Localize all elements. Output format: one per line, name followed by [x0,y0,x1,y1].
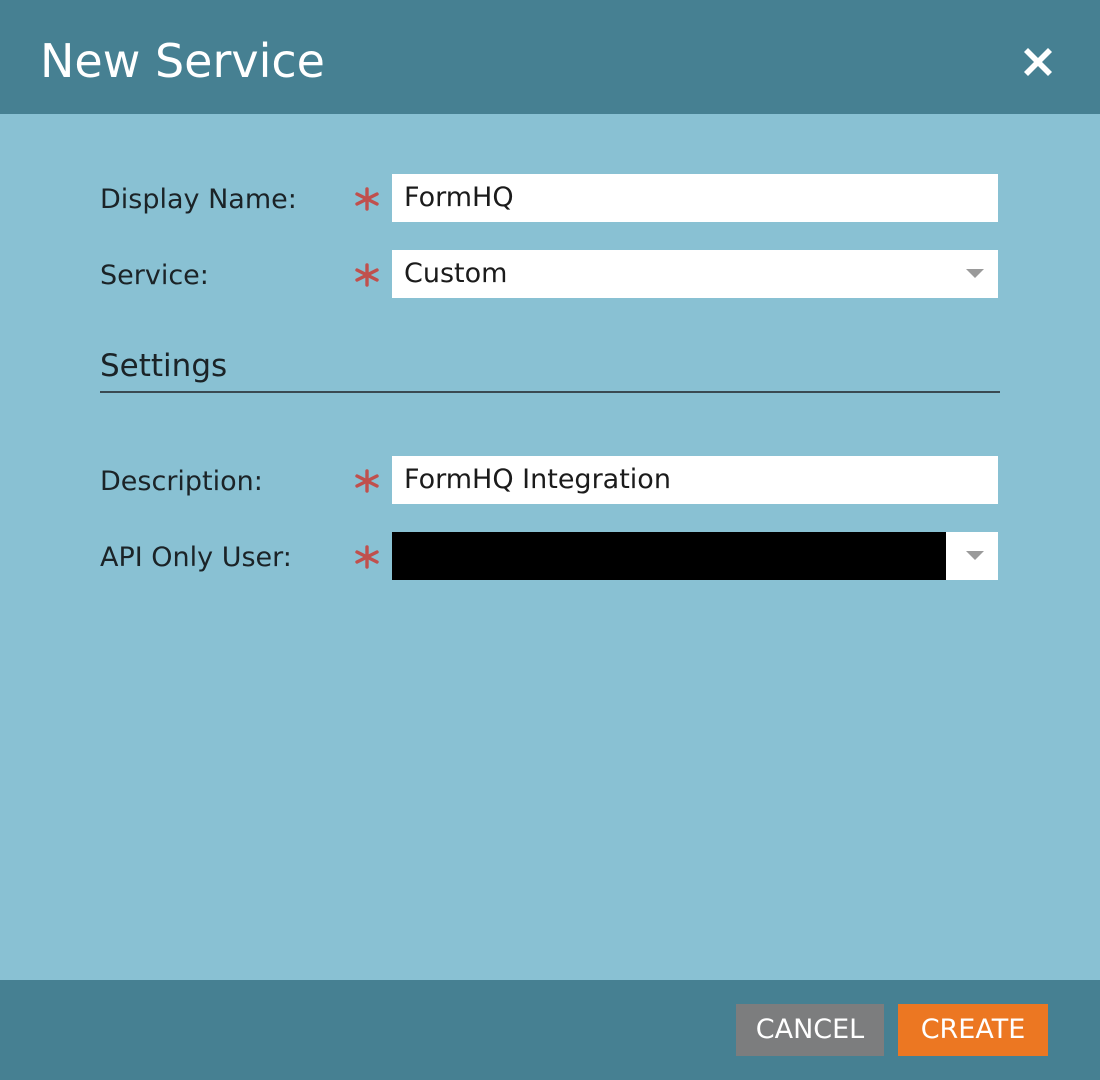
chevron-down-icon[interactable] [966,551,984,560]
api-only-user-label: API Only User: [100,542,292,573]
required-asterisk-icon [352,174,382,222]
required-asterisk-icon [352,250,382,298]
service-select[interactable]: Custom [392,250,998,298]
create-button[interactable]: CREATE [898,1004,1048,1056]
chevron-down-icon[interactable] [966,269,984,278]
display-name-input[interactable]: FormHQ [392,174,998,222]
section-divider [100,391,1000,393]
cancel-button[interactable]: CANCEL [736,1004,884,1056]
display-name-label: Display Name: [100,184,297,215]
service-label: Service: [100,260,209,291]
api-only-user-select[interactable] [392,532,998,580]
display-name-value: FormHQ [404,182,514,213]
settings-heading: Settings [100,348,228,384]
close-icon[interactable] [1018,42,1058,82]
description-value: FormHQ Integration [404,464,671,495]
description-input[interactable]: FormHQ Integration [392,456,998,504]
dialog-header: New Service [0,0,1100,114]
service-selected-value: Custom [404,258,508,289]
required-asterisk-icon [352,456,382,504]
redacted-value [392,532,946,580]
description-label: Description: [100,466,263,497]
dialog-title: New Service [40,34,325,88]
required-asterisk-icon [352,532,382,580]
